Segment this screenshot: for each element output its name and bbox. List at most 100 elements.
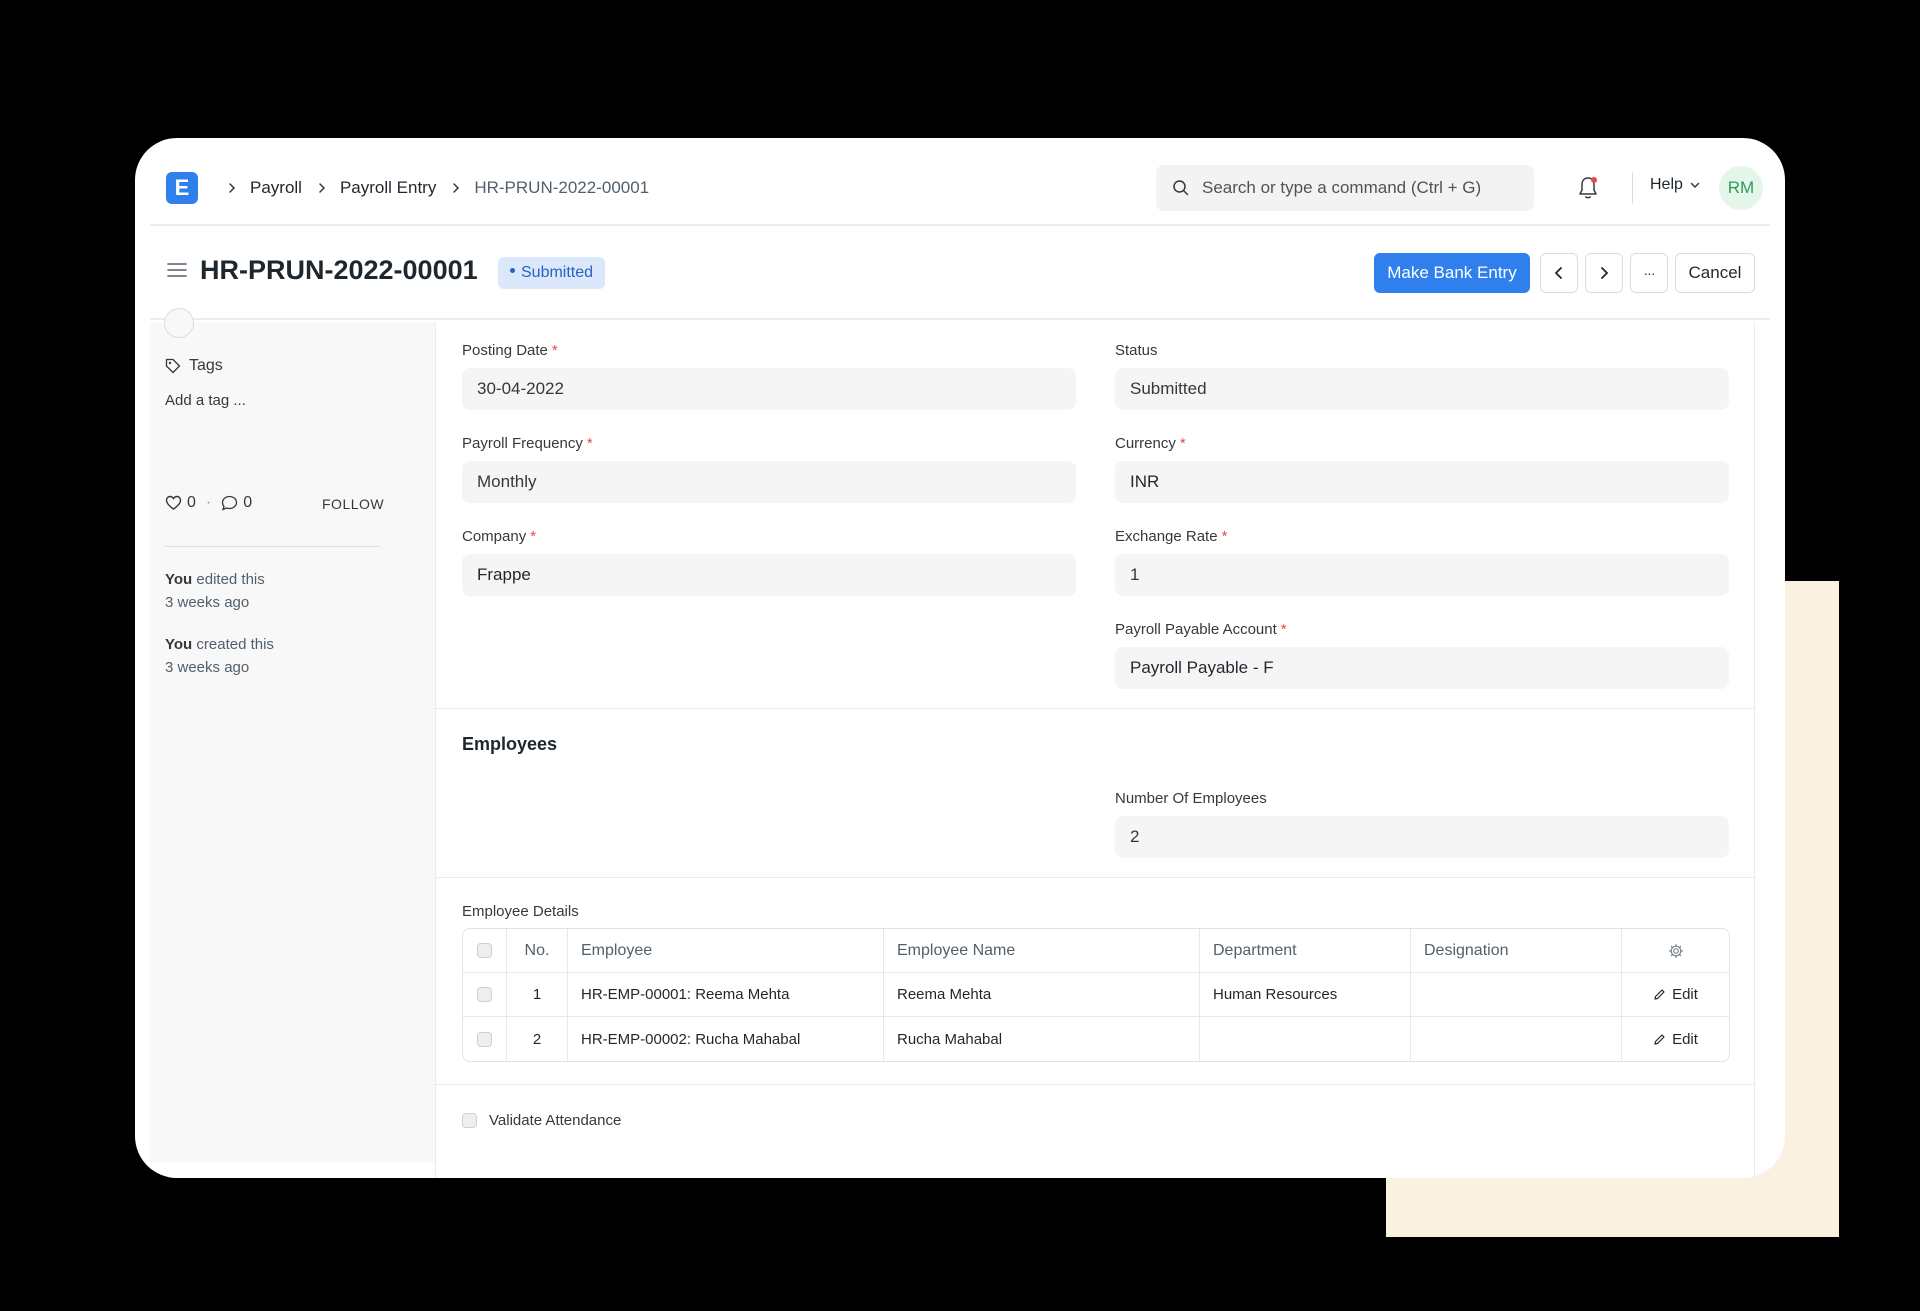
help-dropdown[interactable]: Help xyxy=(1650,176,1701,194)
chevron-right-icon xyxy=(229,183,236,193)
more-actions-button[interactable]: ··· xyxy=(1630,253,1668,293)
designation-cell[interactable] xyxy=(1411,1017,1622,1061)
column-header-employee: Employee xyxy=(568,929,884,972)
section-divider xyxy=(436,1084,1756,1085)
activity-item: You edited this 3 weeks ago xyxy=(165,568,265,614)
next-doc-button[interactable] xyxy=(1585,253,1623,293)
comment-icon[interactable] xyxy=(221,495,238,511)
pencil-icon xyxy=(1654,1033,1665,1045)
row-select-cell xyxy=(463,973,507,1016)
employee-details-label: Employee Details xyxy=(462,903,579,920)
notification-bell-icon[interactable] xyxy=(1576,175,1600,201)
page-head: HR-PRUN-2022-00001 Submitted Make Bank E… xyxy=(150,228,1770,320)
employee-details-table: No. Employee Employee Name Department De… xyxy=(462,928,1730,1062)
app-logo[interactable]: E xyxy=(166,172,198,204)
cancel-button[interactable]: Cancel xyxy=(1675,253,1755,293)
search-bar[interactable] xyxy=(1156,165,1534,211)
employee-name-cell[interactable]: Reema Mehta xyxy=(884,973,1200,1016)
breadcrumb: Payroll Payroll Entry HR-PRUN-2022-00001 xyxy=(212,174,649,202)
payroll-payable-account-label: Payroll Payable Account * xyxy=(1115,621,1287,638)
make-bank-entry-button[interactable]: Make Bank Entry xyxy=(1374,253,1530,293)
activity-time: 3 weeks ago xyxy=(165,594,250,611)
row-number: 1 xyxy=(507,973,568,1016)
department-cell[interactable]: Human Resources xyxy=(1200,973,1411,1016)
company-field[interactable]: Frappe xyxy=(462,554,1076,596)
exchange-rate-label: Exchange Rate * xyxy=(1115,528,1228,545)
status-badge: Submitted xyxy=(498,257,606,289)
add-tag-link[interactable]: Add a tag ... xyxy=(165,392,246,409)
employee-cell[interactable]: HR-EMP-00002: Rucha Mahabal xyxy=(568,1017,884,1061)
activity-actor: You xyxy=(165,636,193,653)
status-dot xyxy=(510,268,515,274)
table-row[interactable]: 1 HR-EMP-00001: Reema Mehta Reema Mehta … xyxy=(463,973,1729,1017)
breadcrumb-current[interactable]: HR-PRUN-2022-00001 xyxy=(474,178,649,198)
activity-time: 3 weeks ago xyxy=(165,659,250,676)
chevron-left-icon xyxy=(1554,267,1562,279)
likes-comments-row: 0 · 0 xyxy=(165,494,252,512)
edit-row-button[interactable]: Edit xyxy=(1653,986,1698,1003)
posting-date-label: Posting Date * xyxy=(462,342,558,359)
breadcrumb-payroll-entry[interactable]: Payroll Entry xyxy=(340,178,436,198)
validate-attendance-row: Validate Attendance xyxy=(462,1112,621,1129)
row-checkbox[interactable] xyxy=(477,1031,492,1047)
select-all-checkbox[interactable] xyxy=(477,943,492,958)
gear-icon[interactable] xyxy=(1668,943,1684,959)
previous-doc-button[interactable] xyxy=(1540,253,1578,293)
app-window: E Payroll Payroll Entry HR-PRUN-2022-000… xyxy=(135,138,1785,1178)
payroll-frequency-field[interactable]: Monthly xyxy=(462,461,1076,503)
tag-icon xyxy=(165,358,181,374)
chevron-right-icon xyxy=(319,183,326,193)
validate-attendance-label: Validate Attendance xyxy=(489,1112,622,1129)
company-label: Company * xyxy=(462,528,537,545)
form-main: Posting Date * 30-04-2022 Status Submitte… xyxy=(435,322,1756,1178)
likes-count: 0 xyxy=(187,494,196,511)
payroll-frequency-label: Payroll Frequency * xyxy=(462,435,593,452)
activity-actor: You xyxy=(165,571,193,588)
row-select-cell xyxy=(463,1017,507,1061)
row-action-cell: Edit xyxy=(1622,1017,1729,1061)
edit-row-button[interactable]: Edit xyxy=(1653,1031,1698,1048)
activity-action: edited this xyxy=(192,571,265,588)
department-cell[interactable] xyxy=(1200,1017,1411,1061)
currency-label: Currency * xyxy=(1115,435,1186,452)
search-icon xyxy=(1173,180,1189,196)
navbar-divider xyxy=(1632,172,1633,204)
more-dots-icon: ··· xyxy=(1643,265,1656,281)
status-field: Submitted xyxy=(1115,368,1729,410)
chevron-down-icon xyxy=(1690,182,1700,189)
employee-name-cell[interactable]: Rucha Mahabal xyxy=(884,1017,1200,1061)
validate-attendance-checkbox[interactable] xyxy=(462,1113,477,1128)
comments-count: 0 xyxy=(243,494,253,511)
posting-date-field[interactable]: 30-04-2022 xyxy=(462,368,1076,410)
section-divider xyxy=(436,877,1756,878)
number-of-employees-label: Number Of Employees xyxy=(1115,790,1267,807)
follow-button[interactable]: FOLLOW xyxy=(322,496,384,512)
hamburger-menu-icon[interactable] xyxy=(167,262,187,278)
table-header-row: No. Employee Employee Name Department De… xyxy=(463,929,1729,973)
help-label: Help xyxy=(1650,176,1683,193)
status-badge-label: Submitted xyxy=(521,264,594,281)
table-row[interactable]: 2 HR-EMP-00002: Rucha Mahabal Rucha Maha… xyxy=(463,1017,1729,1061)
search-input[interactable] xyxy=(1202,178,1522,198)
activity-item: You created this 3 weeks ago xyxy=(165,633,274,679)
sidebar-divider xyxy=(165,546,380,547)
designation-cell[interactable] xyxy=(1411,973,1622,1016)
breadcrumb-payroll[interactable]: Payroll xyxy=(250,178,302,198)
row-checkbox[interactable] xyxy=(477,987,492,1002)
edit-label: Edit xyxy=(1672,986,1698,1003)
employee-cell[interactable]: HR-EMP-00001: Reema Mehta xyxy=(568,973,884,1016)
status-label: Status xyxy=(1115,342,1158,359)
row-number: 2 xyxy=(507,1017,568,1061)
activity-action: created this xyxy=(192,636,274,653)
form-sidebar: Tags Add a tag ... 0 · 0 FOLLOW You edit… xyxy=(150,308,436,1162)
employees-section-title: Employees xyxy=(462,734,558,754)
column-header-no: No. xyxy=(507,929,568,972)
select-all-cell xyxy=(463,929,507,972)
payroll-payable-account-field[interactable]: Payroll Payable - F xyxy=(1115,647,1729,689)
tags-label: Tags xyxy=(189,357,223,374)
column-header-department: Department xyxy=(1200,929,1411,972)
heart-icon[interactable] xyxy=(165,495,182,511)
exchange-rate-field[interactable]: 1 xyxy=(1115,554,1729,596)
currency-field[interactable]: INR xyxy=(1115,461,1729,503)
user-avatar[interactable]: RM xyxy=(1719,166,1763,210)
